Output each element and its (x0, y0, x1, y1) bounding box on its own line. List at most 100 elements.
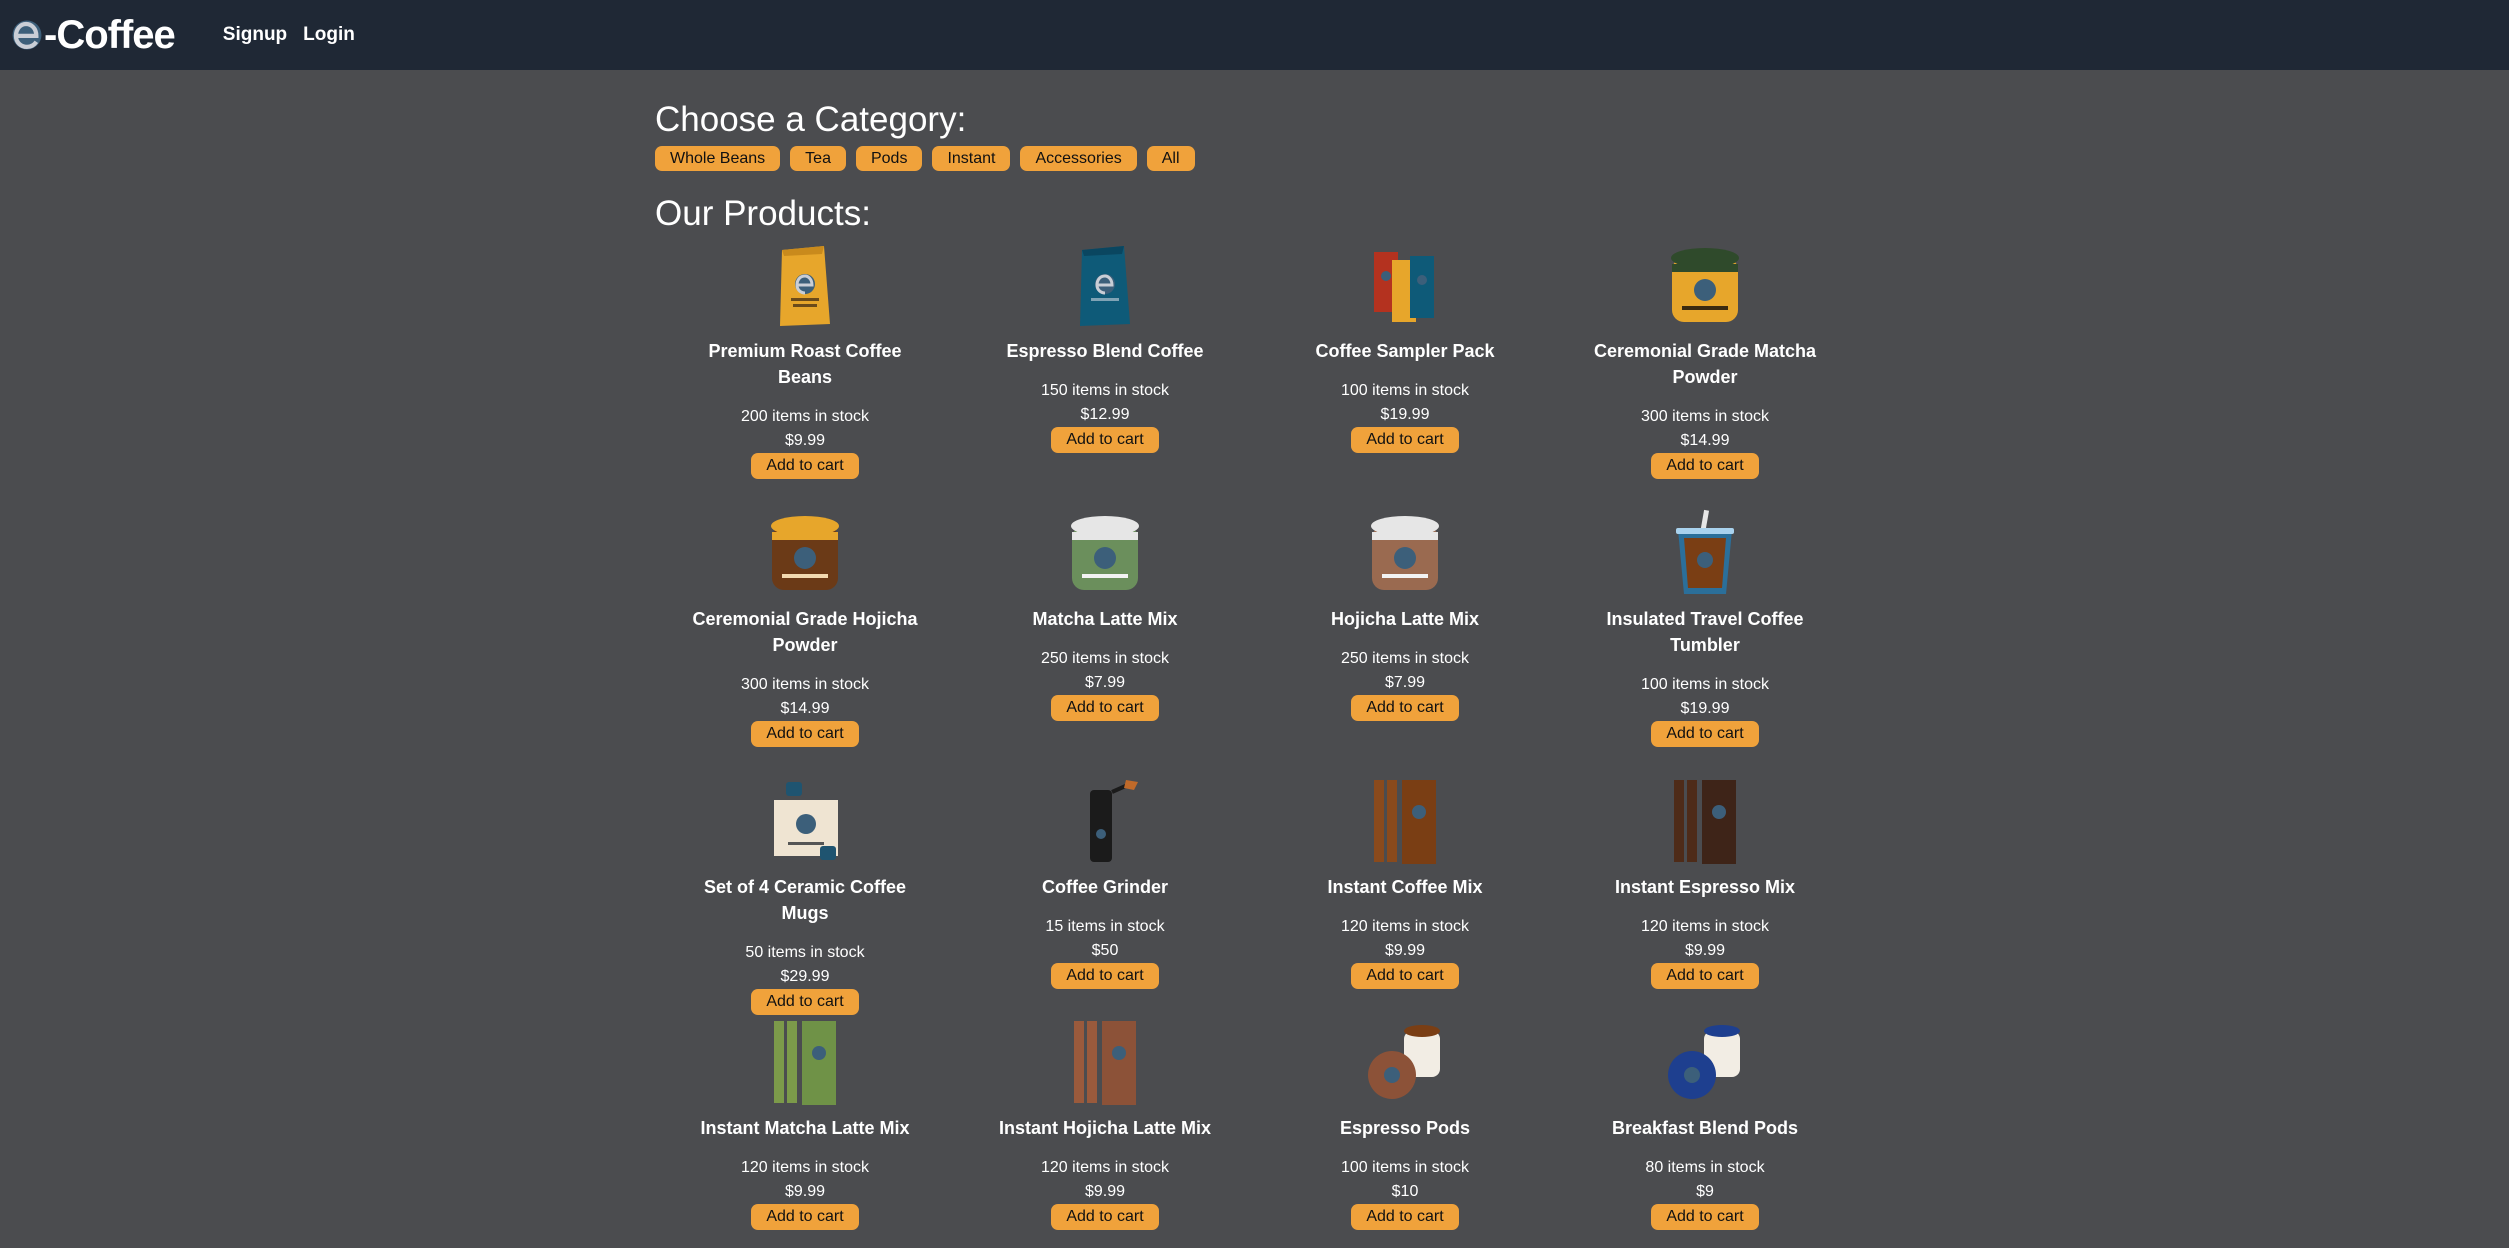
product-stock: 250 items in stock (1340, 650, 1470, 667)
instant-sticks-icon (1674, 780, 1736, 864)
product-grid: Premium Roast Coffee Beans 200 items in … (655, 240, 1855, 1230)
product-stock: 80 items in stock (1645, 1159, 1765, 1176)
add-to-cart-button[interactable]: Add to cart (1351, 963, 1459, 989)
product-card: Ceremonial Grade Hojicha Powder 300 item… (655, 508, 955, 776)
product-name: Set of 4 Ceramic Coffee Mugs (703, 877, 907, 923)
product-price: $9.99 (1084, 1183, 1126, 1200)
product-price: $12.99 (1080, 406, 1130, 423)
product-card: Coffee Grinder 15 items in stock $50 Add… (955, 776, 1255, 1017)
signup-link[interactable]: Signup (223, 24, 287, 46)
product-stock: 120 items in stock (1040, 1159, 1170, 1176)
product-card: Instant Matcha Latte Mix 120 items in st… (655, 1017, 955, 1230)
add-to-cart-button[interactable]: Add to cart (751, 453, 859, 479)
add-to-cart-button[interactable]: Add to cart (1051, 1204, 1159, 1230)
tumbler-icon (1676, 509, 1734, 594)
category-pods-button[interactable]: Pods (855, 146, 923, 171)
powder-jar-icon (1371, 516, 1439, 590)
brand-link[interactable]: -Coffee (10, 13, 176, 58)
coffee-pods-icon (1368, 1025, 1440, 1099)
add-to-cart-button[interactable]: Add to cart (751, 1204, 859, 1230)
product-price: $50 (1091, 942, 1119, 959)
product-price: $9.99 (784, 1183, 826, 1200)
product-name: Premium Roast Coffee Beans (708, 341, 902, 387)
product-price: $9 (1696, 1183, 1714, 1200)
add-to-cart-button[interactable]: Add to cart (1651, 453, 1759, 479)
category-tea-button[interactable]: Tea (790, 146, 846, 171)
product-name: Matcha Latte Mix (1032, 609, 1178, 629)
product-stock: 15 items in stock (1045, 918, 1165, 935)
product-name: Espresso Pods (1339, 1118, 1471, 1138)
coffee-pods-icon (1668, 1025, 1740, 1099)
product-card: Set of 4 Ceramic Coffee Mugs 50 items in… (655, 776, 955, 1017)
product-stock: 120 items in stock (1340, 918, 1470, 935)
instant-sticks-icon (774, 1021, 836, 1105)
category-accessories-button[interactable]: Accessories (1020, 146, 1137, 171)
add-to-cart-button[interactable]: Add to cart (1051, 695, 1159, 721)
product-card: Premium Roast Coffee Beans 200 items in … (655, 240, 955, 508)
product-price: $14.99 (780, 700, 830, 717)
category-whole-beans-button[interactable]: Whole Beans (655, 146, 781, 171)
add-to-cart-button[interactable]: Add to cart (751, 989, 859, 1015)
product-price: $14.99 (1680, 432, 1730, 449)
add-to-cart-button[interactable]: Add to cart (1651, 1204, 1759, 1230)
add-to-cart-button[interactable]: Add to cart (751, 721, 859, 747)
product-name: Instant Hojicha Latte Mix (998, 1118, 1212, 1138)
add-to-cart-button[interactable]: Add to cart (1351, 695, 1459, 721)
product-price: $9.99 (1384, 942, 1426, 959)
products-heading: Our Products: (655, 194, 871, 233)
product-stock: 120 items in stock (1640, 918, 1770, 935)
product-price: $9.99 (784, 432, 826, 449)
navbar: -Coffee Signup Login (0, 0, 2509, 70)
instant-sticks-icon (1374, 780, 1436, 864)
instant-sticks-icon (1074, 1021, 1136, 1105)
powder-jar-icon (771, 516, 839, 590)
product-price: $19.99 (1380, 406, 1430, 423)
product-name: Instant Espresso Mix (1614, 877, 1796, 897)
product-stock: 120 items in stock (740, 1159, 870, 1176)
product-stock: 50 items in stock (745, 944, 865, 961)
add-to-cart-button[interactable]: Add to cart (1351, 427, 1459, 453)
product-price: $9.99 (1684, 942, 1726, 959)
product-price: $19.99 (1680, 700, 1730, 717)
product-stock: 100 items in stock (1340, 382, 1470, 399)
product-stock: 300 items in stock (1640, 408, 1770, 425)
category-buttons: Whole Beans Tea Pods Instant Accessories… (655, 146, 1855, 171)
mug-box-icon (774, 782, 838, 860)
category-all-button[interactable]: All (1146, 146, 1195, 171)
add-to-cart-button[interactable]: Add to cart (1651, 721, 1759, 747)
main-content: Choose a Category: Whole Beans Tea Pods … (655, 70, 1855, 1230)
product-name: Hojicha Latte Mix (1330, 609, 1480, 629)
add-to-cart-button[interactable]: Add to cart (1351, 1204, 1459, 1230)
product-name: Ceremonial Grade Matcha Powder (1593, 341, 1817, 387)
login-link[interactable]: Login (303, 24, 355, 46)
add-to-cart-button[interactable]: Add to cart (1651, 963, 1759, 989)
product-card: Instant Espresso Mix 120 items in stock … (1555, 776, 1855, 1017)
powder-jar-icon (1671, 248, 1739, 322)
product-price: $7.99 (1084, 674, 1126, 691)
product-card: Hojicha Latte Mix 250 items in stock $7.… (1255, 508, 1555, 776)
product-card: Breakfast Blend Pods 80 items in stock $… (1555, 1017, 1855, 1230)
product-name: Instant Matcha Latte Mix (700, 1118, 910, 1138)
category-instant-button[interactable]: Instant (932, 146, 1011, 171)
product-stock: 200 items in stock (740, 408, 870, 425)
product-name: Instant Coffee Mix (1327, 877, 1483, 897)
coffee-bags-icon (1374, 252, 1434, 322)
product-stock: 100 items in stock (1340, 1159, 1470, 1176)
coffee-bag-icon (1080, 246, 1130, 326)
category-heading: Choose a Category: (655, 100, 967, 139)
add-to-cart-button[interactable]: Add to cart (1051, 963, 1159, 989)
powder-jar-icon (1071, 516, 1139, 590)
product-card: Instant Hojicha Latte Mix 120 items in s… (955, 1017, 1255, 1230)
add-to-cart-button[interactable]: Add to cart (1051, 427, 1159, 453)
nav-links: Signup Login (223, 24, 371, 46)
product-card: Espresso Blend Coffee 150 items in stock… (955, 240, 1255, 508)
product-card: Ceremonial Grade Matcha Powder 300 items… (1555, 240, 1855, 508)
product-name: Espresso Blend Coffee (1006, 341, 1204, 361)
product-card: Coffee Sampler Pack 100 items in stock $… (1255, 240, 1555, 508)
product-price: $29.99 (780, 968, 830, 985)
product-name: Ceremonial Grade Hojicha Powder (692, 609, 918, 655)
product-stock: 100 items in stock (1640, 676, 1770, 693)
product-card: Insulated Travel Coffee Tumbler 100 item… (1555, 508, 1855, 776)
product-name: Breakfast Blend Pods (1611, 1118, 1799, 1138)
product-stock: 150 items in stock (1040, 382, 1170, 399)
